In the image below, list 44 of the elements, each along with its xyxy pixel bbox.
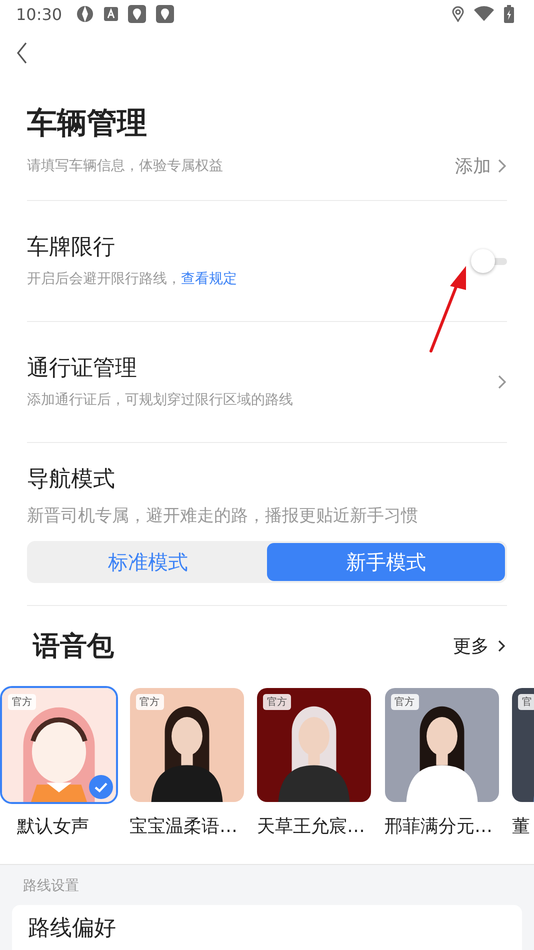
mode-tab[interactable]: 标准模式 [29,543,267,581]
map-pin-icon [128,5,146,23]
setting-title: 路线偏好 [28,915,117,943]
voice-name: 董 [511,815,530,838]
more-button[interactable]: 更多 [453,634,507,658]
battery-icon [504,5,514,23]
setting-title: 通行证管理 [27,355,138,383]
setting-title: 导航模式 [27,466,116,494]
voice-card[interactable]: 官方 [128,686,246,804]
setting-description: 新晋司机专属，避开难走的路，播报更贴近新手习惯 [27,505,419,528]
letter-icon [104,7,118,21]
section-title: 语音包 [33,630,114,664]
add-button[interactable]: 添加 [455,154,507,178]
official-badge: 官方 [136,694,164,710]
status-time: 10:30 [16,4,62,24]
official-badge: 官方 [263,694,291,710]
setting-description: 添加通行证后，可规划穿过限行区域的路线 [27,391,293,410]
chevron-icon [497,158,507,174]
voice-name: 天草王允宸… [256,815,365,838]
toggle-switch[interactable] [473,249,507,273]
voice-card[interactable]: 官方 [255,686,373,804]
rules-link[interactable]: 查看规定 [181,271,237,287]
voice-name: 宝宝温柔语… [128,815,238,838]
subtitle: 请填写车辆信息，体验专属权益 [27,157,223,176]
voice-card[interactable]: 官方 [0,686,118,804]
location-icon [452,6,464,22]
mode-tab[interactable]: 新手模式 [267,543,505,581]
setting-description: 开启后会避开限行路线，查看规定 [27,270,237,289]
voice-name: 邢菲满分元… [384,815,492,838]
setting-title: 车牌限行 [27,234,116,262]
official-badge: 官方 [8,694,36,710]
map-pin-icon [156,5,174,23]
official-badge: 官方 [390,694,418,710]
voice-card[interactable]: 官方 [382,686,500,804]
voice-name: 默认女声 [16,815,89,838]
chevron-icon [497,638,507,654]
official-badge: 官 [518,694,534,710]
back-icon[interactable] [16,42,28,64]
wifi-icon [474,6,494,22]
check-icon [89,775,113,799]
section-label: 路线设置 [22,877,80,895]
voice-card[interactable]: 官 [510,686,534,804]
page-title: 车辆管理 [27,105,148,143]
chevron-icon[interactable] [497,374,507,390]
